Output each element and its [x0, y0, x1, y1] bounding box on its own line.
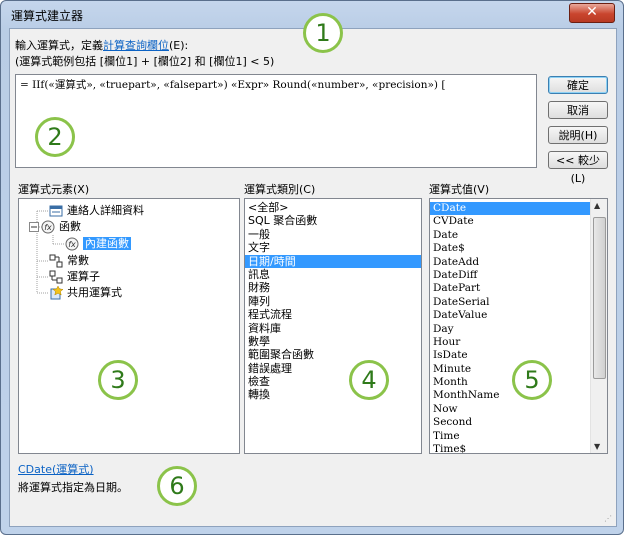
close-button[interactable]: ✕ [569, 3, 615, 23]
tree-item-common-expressions[interactable]: 共用運算式 [49, 285, 122, 301]
values-list[interactable]: CDate CVDate Date Date$ DateAdd DateDiff DateP… [429, 198, 608, 454]
value-item[interactable]: DateSerial [430, 296, 590, 309]
instruction-line-2: (運算式範例包括 [欄位1] + [欄位2] 和 [欄位1] < 5) [15, 55, 275, 68]
value-item[interactable]: Now [430, 403, 590, 416]
common-expression-icon [50, 286, 63, 300]
tree-label: 共用運算式 [67, 286, 122, 299]
tree-item-contact-details[interactable]: 連絡人詳細資料 [49, 203, 144, 219]
function-syntax-link[interactable]: CDate(運算式) [18, 461, 94, 477]
function-icon: fx [41, 220, 55, 234]
collapse-icon[interactable] [29, 222, 39, 232]
value-item[interactable]: Second [430, 416, 590, 429]
value-item[interactable]: Minute [430, 363, 590, 376]
tree-item-functions[interactable]: fx 函數 [29, 219, 81, 235]
constants-icon [49, 254, 63, 268]
tree-label: 內建函數 [83, 237, 131, 250]
value-item[interactable]: IsDate [430, 349, 590, 362]
category-item[interactable]: 財務 [245, 281, 421, 294]
callout-3: 3 [98, 360, 138, 400]
help-button[interactable]: 說明(H) [548, 126, 608, 144]
category-item[interactable]: 文字 [245, 241, 421, 254]
value-item[interactable]: CDate [430, 202, 590, 216]
instruction-suffix: (E): [169, 39, 189, 52]
category-item[interactable]: 一般 [245, 228, 421, 241]
tree-label: 常數 [67, 254, 89, 267]
categories-label: 運算式類別(C) [244, 183, 316, 196]
tree-item-builtin-functions[interactable]: fx 內建函數 [65, 236, 131, 252]
tree-item-operators[interactable]: 運算子 [49, 269, 100, 285]
callout-2: 2 [35, 117, 75, 157]
value-item[interactable]: DateAdd [430, 256, 590, 269]
values-label: 運算式值(V) [429, 183, 490, 196]
category-item[interactable]: 範圍聚合函數 [245, 348, 421, 361]
svg-text:fx: fx [44, 223, 52, 232]
category-item[interactable]: <全部> [245, 201, 421, 214]
category-item[interactable]: 訊息 [245, 268, 421, 281]
window-title: 運算式建立器 [11, 9, 84, 23]
scroll-down-icon[interactable]: ▼ [594, 442, 600, 451]
tree-label: 運算子 [67, 270, 100, 283]
callout-6: 6 [157, 466, 197, 506]
tree-label: 連絡人詳細資料 [67, 204, 144, 217]
value-item[interactable]: DateDiff [430, 269, 590, 282]
category-item[interactable]: 陣列 [245, 295, 421, 308]
callout-5: 5 [512, 360, 552, 400]
category-item[interactable]: 日期/時間 [245, 254, 421, 268]
value-item[interactable]: Time [430, 430, 590, 443]
dialog-client: 輸入運算式，定義計算查詢欄位(E): (運算式範例包括 [欄位1] + [欄位2… [9, 28, 617, 527]
value-item[interactable]: MonthName [430, 389, 590, 402]
expression-input[interactable]: = IIf(«運算式», «truepart», «falsepart») «E… [15, 74, 537, 168]
category-item[interactable]: 錯誤處理 [245, 362, 421, 375]
category-item[interactable]: 資料庫 [245, 322, 421, 335]
resize-grip-icon[interactable]: ⋰ [604, 514, 614, 524]
expression-builder-window: 運算式建立器 ✕ 輸入運算式，定義計算查詢欄位(E): (運算式範例包括 [欄位… [0, 0, 624, 535]
operators-icon [49, 270, 63, 284]
scroll-up-icon[interactable]: ▲ [594, 201, 600, 210]
value-item[interactable]: Date$ [430, 242, 590, 255]
category-item[interactable]: 轉換 [245, 388, 421, 401]
callout-1: 1 [303, 13, 343, 53]
instruction-prefix: 輸入運算式，定義 [15, 39, 103, 52]
value-item[interactable]: Hour [430, 336, 590, 349]
value-item[interactable]: CVDate [430, 215, 590, 228]
category-item[interactable]: 數學 [245, 335, 421, 348]
function-icon: fx [65, 237, 79, 251]
function-description: 將運算式指定為日期。 [18, 481, 128, 494]
tree-label: 函數 [59, 220, 81, 233]
close-icon: ✕ [586, 4, 598, 20]
values-scrollbar[interactable]: ▲ ▼ [590, 199, 607, 453]
category-item[interactable]: SQL 聚合函數 [245, 214, 421, 227]
less-button[interactable]: << 較少(L) [548, 151, 608, 185]
elements-label: 運算式元素(X) [18, 183, 90, 196]
category-item[interactable]: 程式流程 [245, 308, 421, 321]
scroll-thumb[interactable] [593, 217, 606, 379]
value-item[interactable]: Date [430, 229, 590, 242]
value-item[interactable]: Day [430, 323, 590, 336]
category-item[interactable]: 檢查 [245, 375, 421, 388]
callout-4: 4 [349, 360, 389, 400]
value-item[interactable]: Time$ [430, 443, 590, 453]
categories-list[interactable]: <全部> SQL 聚合函數 一般 文字 日期/時間 訊息 財務 陣列 程式流程 資料庫 數學 範圍聚合… [244, 198, 422, 454]
calc-field-link[interactable]: 計算查詢欄位 [103, 39, 169, 52]
elements-tree[interactable]: 連絡人詳細資料 fx 函數 fx 內建函數 常數 運算子 共用運算式 [18, 198, 240, 454]
value-item[interactable]: DateValue [430, 309, 590, 322]
tree-item-constants[interactable]: 常數 [49, 253, 89, 269]
cancel-button[interactable]: 取消 [548, 101, 608, 119]
ok-button[interactable]: 確定 [548, 76, 608, 94]
form-icon [49, 205, 63, 217]
svg-text:fx: fx [68, 240, 76, 249]
value-item[interactable]: DatePart [430, 282, 590, 295]
instruction-line-1: 輸入運算式，定義計算查詢欄位(E): [15, 37, 188, 53]
value-item[interactable]: Month [430, 376, 590, 389]
